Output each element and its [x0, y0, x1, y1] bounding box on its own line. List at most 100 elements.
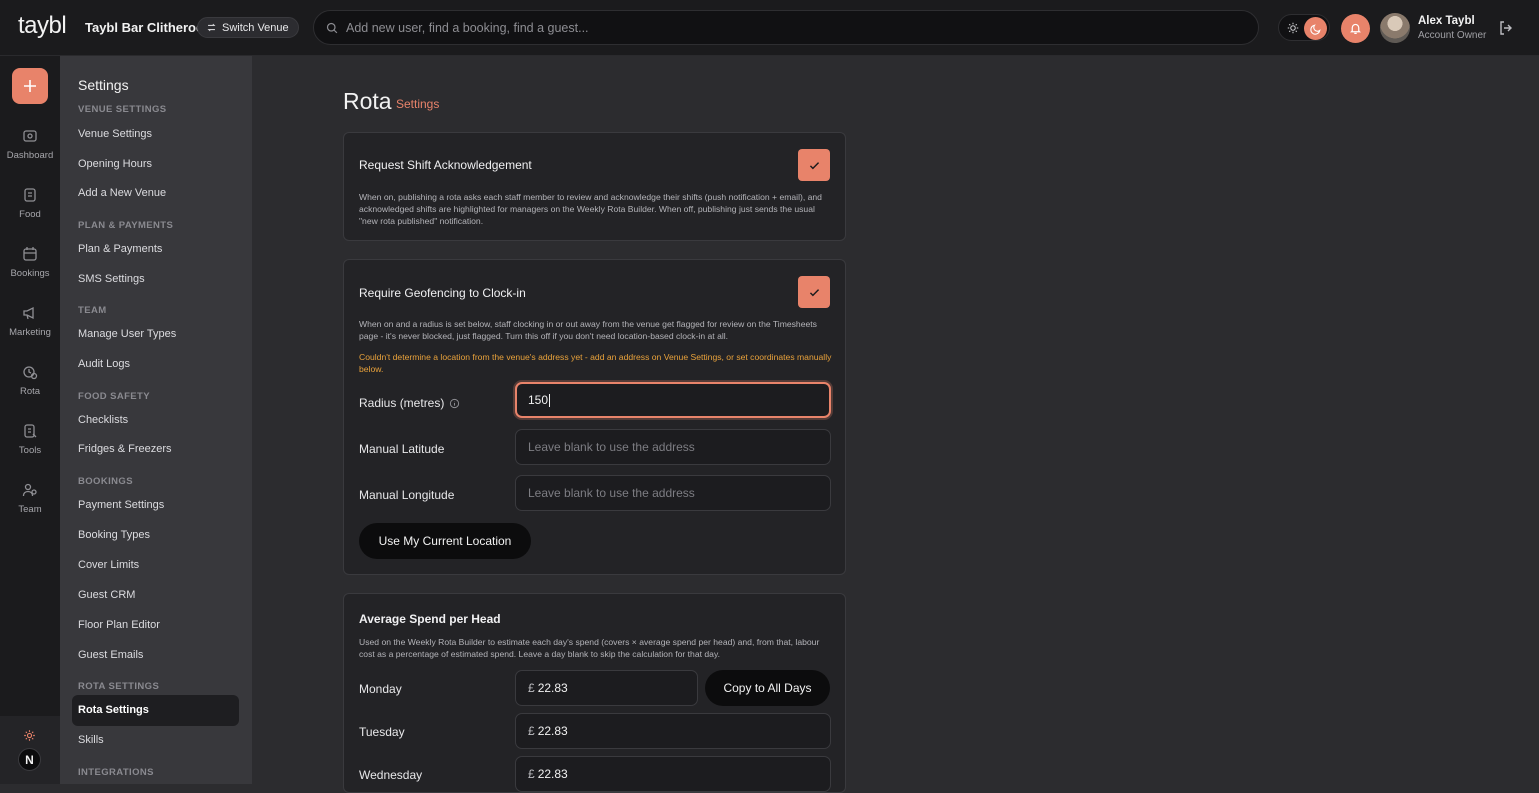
spend-description: Used on the Weekly Rota Builder to estim… [359, 637, 820, 659]
rail-item-marketing[interactable]: Marketing [0, 305, 60, 338]
spend-value: 22.83 [537, 767, 568, 781]
sidebar-item-guest-crm[interactable]: Guest CRM [78, 589, 135, 601]
avatar[interactable] [1380, 13, 1410, 43]
sidebar-item-user-types[interactable]: Manage User Types [78, 328, 176, 340]
rail-item-dashboard[interactable]: Dashboard [0, 128, 60, 161]
switch-icon [207, 23, 216, 32]
sun-icon[interactable] [1285, 20, 1301, 36]
user-name[interactable]: Alex Taybl [1418, 15, 1475, 27]
rail-item-rota[interactable]: Rota [0, 364, 60, 397]
check-icon [809, 161, 819, 169]
rail-item-tools[interactable]: Tools [0, 423, 60, 456]
rota-icon [23, 366, 38, 380]
geofencing-description: When on and a radius is set below, staff… [359, 319, 817, 341]
page-subtitle: Settings [396, 97, 440, 111]
spend-value: 22.83 [537, 681, 568, 695]
sidebar-section-heading: INTEGRATIONS [78, 767, 154, 778]
rail-label: Food [19, 209, 41, 220]
sidebar-item-plan-payments[interactable]: Plan & Payments [78, 243, 162, 255]
currency-symbol: £ [528, 767, 535, 781]
taybl-logo[interactable]: taybl [18, 12, 67, 40]
rail-item-food[interactable]: Food [0, 187, 60, 220]
search-input[interactable] [346, 20, 1226, 35]
radius-value: 150 [528, 393, 549, 407]
user-initial-badge[interactable]: N [18, 748, 41, 771]
dashboard-icon [23, 130, 37, 142]
sidebar-section-heading: PLAN & PAYMENTS [78, 220, 174, 231]
sidebar-item-venue-settings[interactable]: Venue Settings [78, 128, 152, 140]
day-label-wednesday: Wednesday [359, 768, 423, 782]
plus-icon [24, 80, 36, 92]
sidebar-item-guest-emails[interactable]: Guest Emails [78, 649, 143, 661]
longitude-label: Manual Longitude [359, 488, 455, 502]
rail-settings[interactable]: N [0, 716, 60, 784]
radius-label-text: Radius (metres) [359, 396, 445, 410]
sidebar-item-rota-settings[interactable]: Rota Settings [78, 704, 149, 716]
rail-label: Dashboard [6, 150, 54, 161]
sidebar-title: Settings [78, 77, 129, 93]
spend-label: Average Spend per Head [359, 612, 501, 626]
gear-icon [24, 730, 35, 741]
search-icon [326, 22, 338, 33]
sidebar-item-booking-types[interactable]: Booking Types [78, 529, 150, 541]
sidebar-item-add-venue[interactable]: Add a New Venue [78, 187, 166, 199]
bookings-icon [23, 247, 37, 261]
sidebar-section-heading: ROTA SETTINGS [78, 681, 160, 692]
sidebar-item-opening-hours[interactable]: Opening Hours [78, 158, 152, 170]
logout-icon[interactable] [1498, 20, 1514, 36]
latitude-label: Manual Latitude [359, 442, 445, 456]
add-button[interactable] [12, 68, 48, 104]
longitude-input[interactable]: Leave blank to use the address [515, 475, 831, 511]
acknowledgement-label: Request Shift Acknowledgement [359, 158, 532, 172]
global-search[interactable] [313, 10, 1259, 45]
sidebar-item-audit-logs[interactable]: Audit Logs [78, 358, 130, 370]
rail-item-team[interactable]: Team [0, 482, 60, 515]
spend-value: 22.83 [537, 724, 568, 738]
use-current-location-button[interactable]: Use My Current Location [359, 523, 531, 559]
moon-icon[interactable] [1304, 17, 1327, 40]
sidebar-item-cover-limits[interactable]: Cover Limits [78, 559, 139, 571]
theme-toggle[interactable] [1278, 14, 1330, 41]
bell-icon [1349, 23, 1362, 34]
megaphone-icon [23, 306, 34, 320]
spend-input-tuesday[interactable]: £ 22.83 [515, 713, 831, 749]
sidebar-item-sms-settings[interactable]: SMS Settings [78, 273, 145, 285]
check-icon [809, 288, 819, 296]
switch-venue-button[interactable]: Switch Venue [197, 17, 299, 38]
info-icon[interactable] [449, 398, 460, 409]
sidebar-item-skills[interactable]: Skills [78, 734, 104, 746]
sidebar-item-floor-plan[interactable]: Floor Plan Editor [78, 619, 160, 631]
rail-label: Team [18, 504, 42, 515]
radius-input[interactable]: 150 [515, 382, 831, 418]
geofencing-checkbox[interactable] [798, 276, 830, 308]
top-bar: taybl Taybl Bar Clitheroe Switch Venue A… [0, 0, 1539, 56]
tools-icon [24, 424, 37, 438]
rail-label: Tools [18, 445, 42, 456]
switch-venue-label: Switch Venue [222, 21, 289, 34]
sidebar-item-checklists[interactable]: Checklists [78, 414, 128, 426]
notifications-button[interactable] [1341, 14, 1370, 43]
currency-symbol: £ [528, 724, 535, 738]
rail-label: Bookings [10, 268, 50, 279]
geofencing-label: Require Geofencing to Clock-in [359, 286, 526, 300]
sidebar-item-fridges[interactable]: Fridges & Freezers [78, 443, 172, 455]
geofencing-warning: Couldn't determine a location from the v… [359, 352, 832, 374]
geofencing-card: Require Geofencing to Clock-in When on a… [343, 259, 846, 575]
day-label-tuesday: Tuesday [359, 725, 405, 739]
spend-input-monday[interactable]: £ 22.83 [515, 670, 698, 706]
sidebar-item-payment-settings[interactable]: Payment Settings [78, 499, 164, 511]
food-icon [24, 188, 36, 202]
acknowledgement-checkbox[interactable] [798, 149, 830, 181]
day-label-monday: Monday [359, 682, 402, 696]
sidebar-section-heading: FOOD SAFETY [78, 391, 150, 402]
user-role: Account Owner [1418, 30, 1487, 41]
copy-to-all-days-button[interactable]: Copy to All Days [705, 670, 830, 706]
rail-item-bookings[interactable]: Bookings [0, 246, 60, 279]
longitude-placeholder: Leave blank to use the address [528, 486, 695, 500]
team-icon [22, 483, 37, 497]
latitude-input[interactable]: Leave blank to use the address [515, 429, 831, 465]
icon-rail: Dashboard Food Bookings Marketing Rota T… [0, 56, 60, 784]
spend-input-wednesday[interactable]: £ 22.83 [515, 756, 831, 792]
sidebar-section-heading: VENUE SETTINGS [78, 104, 167, 115]
spend-card: Average Spend per Head Used on the Weekl… [343, 593, 846, 793]
